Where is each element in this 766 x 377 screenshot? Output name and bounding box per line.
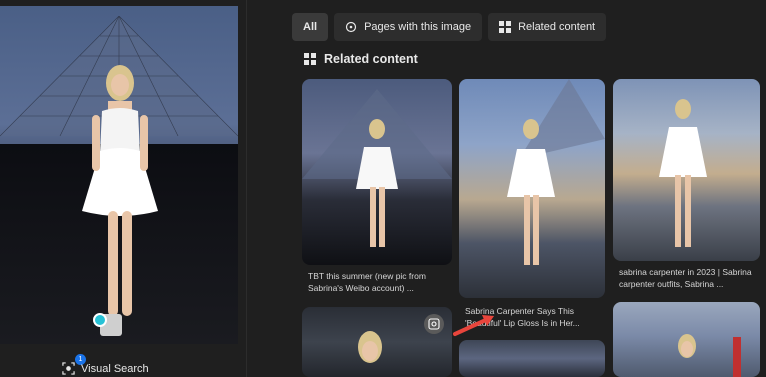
- person-figure: [82, 65, 158, 336]
- card-caption[interactable]: TBT this summer (new pic from Sabrina's …: [308, 270, 448, 294]
- main-image[interactable]: [0, 6, 238, 344]
- grid-icon: [304, 53, 316, 65]
- hotspot-marker[interactable]: [93, 313, 107, 327]
- tab-bar: All Pages with this image Related conten…: [292, 13, 607, 41]
- panel-divider: [246, 0, 247, 377]
- visual-search-icon: [62, 362, 75, 375]
- card-caption[interactable]: sabrina carpenter in 2023 | Sabrina carp…: [619, 266, 761, 290]
- card-image: [659, 99, 707, 247]
- annotation-arrow-icon: [453, 315, 494, 336]
- card-image: [302, 89, 452, 247]
- tab-related-label: Related content: [518, 21, 596, 33]
- tab-all-label: All: [303, 21, 318, 33]
- card-image: [507, 79, 605, 265]
- card-thumbnail[interactable]: [459, 340, 605, 377]
- visual-search-button[interactable]: Visual Search: [62, 362, 149, 375]
- visual-search-lens-button[interactable]: [424, 314, 444, 334]
- card-image: [678, 334, 741, 377]
- tab-pages-with-this-image[interactable]: Pages with this image: [334, 13, 483, 41]
- lens-icon: [428, 318, 440, 330]
- tab-all[interactable]: All: [292, 13, 329, 41]
- card-thumbnail[interactable]: [613, 79, 760, 261]
- pages-icon: [345, 21, 357, 33]
- grid-icon: [499, 21, 512, 33]
- card-thumbnail[interactable]: [302, 79, 452, 265]
- section-title: Related content: [324, 52, 418, 66]
- tab-related-content[interactable]: Related content: [488, 13, 607, 41]
- card-thumbnail[interactable]: [613, 302, 760, 377]
- visual-search-label: Visual Search: [81, 362, 149, 375]
- card-thumbnail[interactable]: [459, 79, 605, 298]
- section-header: Related content: [304, 52, 418, 66]
- tab-pages-label: Pages with this image: [364, 21, 472, 33]
- visual-search-page: 1 Visual Search All Pages with this imag…: [0, 0, 766, 377]
